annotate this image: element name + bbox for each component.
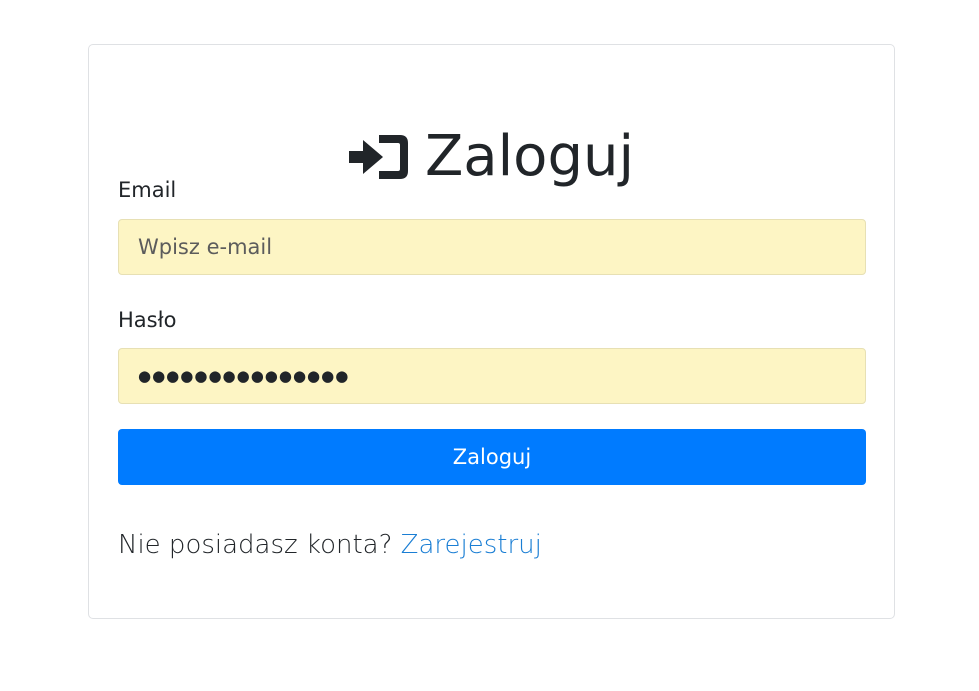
register-prompt: Nie posiadasz konta? (118, 530, 393, 560)
password-label: Hasło (118, 308, 177, 332)
login-heading: Zaloguj (89, 119, 894, 195)
login-button[interactable]: Zaloguj (118, 429, 866, 485)
page-title: Zaloguj (424, 124, 635, 189)
email-label: Email (118, 178, 177, 202)
register-prompt-row: Nie posiadasz konta? Zarejestruj (118, 530, 542, 561)
register-link[interactable]: Zarejestruj (401, 530, 542, 560)
password-field[interactable]: ●●●●●●●●●●●●●●● (118, 348, 866, 404)
sign-in-icon (348, 134, 409, 180)
email-field[interactable] (118, 219, 866, 275)
password-masked-value: ●●●●●●●●●●●●●●● (138, 367, 350, 385)
